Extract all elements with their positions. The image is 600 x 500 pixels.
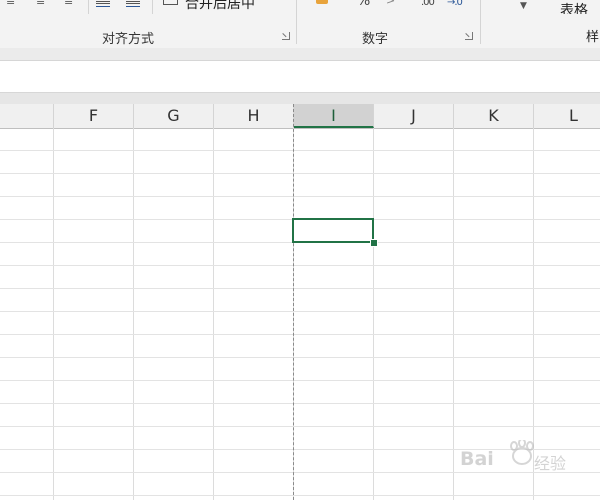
accounting-format-icon[interactable] [316,0,328,4]
row-gridline [0,426,600,427]
comma-style-button[interactable]: > [386,0,395,7]
fill-handle[interactable] [370,239,378,247]
formula-bar[interactable] [0,61,600,92]
column-header-i[interactable]: I [294,104,374,128]
active-cell-i5[interactable] [292,218,374,243]
row-gridline [0,357,600,358]
number-dialog-launcher-icon[interactable] [465,32,473,40]
column-header-h[interactable]: H [214,104,294,128]
column-header-l[interactable]: L [534,104,600,128]
align-left-button[interactable]: = [6,0,15,9]
column-gridline [53,128,54,500]
align-right-button[interactable]: = [64,0,73,9]
alignment-dialog-launcher-icon[interactable] [282,32,290,40]
row-gridline [0,495,600,496]
increase-indent-icon[interactable] [126,0,140,7]
group-separator [296,0,297,44]
row-gridline [0,196,600,197]
chevron-down-icon[interactable]: ▼ [520,1,527,11]
row-gridline [0,173,600,174]
separator [88,0,89,14]
align-center-button[interactable]: = [36,0,45,9]
row-gridline [0,334,600,335]
column-gridline [133,128,134,500]
column-gridline [453,128,454,500]
column-header-g[interactable]: G [134,104,214,128]
row-gridline [0,403,600,404]
ribbon-controls-row: = = = 合并后居中 % > .00 →.0 ▼ 表格格 [0,0,600,14]
group-separator [480,0,481,44]
row-gridline [0,311,600,312]
page-break-line [293,104,294,500]
merge-cells-icon[interactable] [163,0,178,5]
percent-style-button[interactable]: % [357,0,370,9]
row-gridline [0,150,600,151]
ribbon-collapse-strip [0,48,600,61]
ribbon: = = = 合并后居中 % > .00 →.0 ▼ 表格格 对齐方式 数字 样 [0,0,600,49]
row-gridline [0,265,600,266]
column-gridline [213,128,214,500]
column-gridline [373,128,374,500]
separator [152,0,153,14]
row-gridline [0,380,600,381]
column-header-row: F G H I J K L [0,104,600,129]
watermark-text: Bai [460,448,494,470]
styles-group-label: 样 [586,30,600,45]
row-gridline [0,288,600,289]
number-group-label: 数字 [362,32,389,47]
column-header-j[interactable]: J [374,104,454,128]
decrease-indent-icon[interactable] [96,0,110,7]
merge-and-center-button[interactable]: 合并后居中 [185,0,255,13]
column-header-f[interactable]: F [54,104,134,128]
format-as-table-button[interactable]: 表格格 [560,0,600,14]
alignment-group-label: 对齐方式 [102,32,155,47]
decrease-decimal-button[interactable]: →.0 [447,0,463,8]
increase-decimal-button[interactable]: .00 [421,0,435,8]
column-header-k[interactable]: K [454,104,534,128]
watermark-suffix: 经验 [534,454,567,473]
column-header-e[interactable] [0,104,54,128]
